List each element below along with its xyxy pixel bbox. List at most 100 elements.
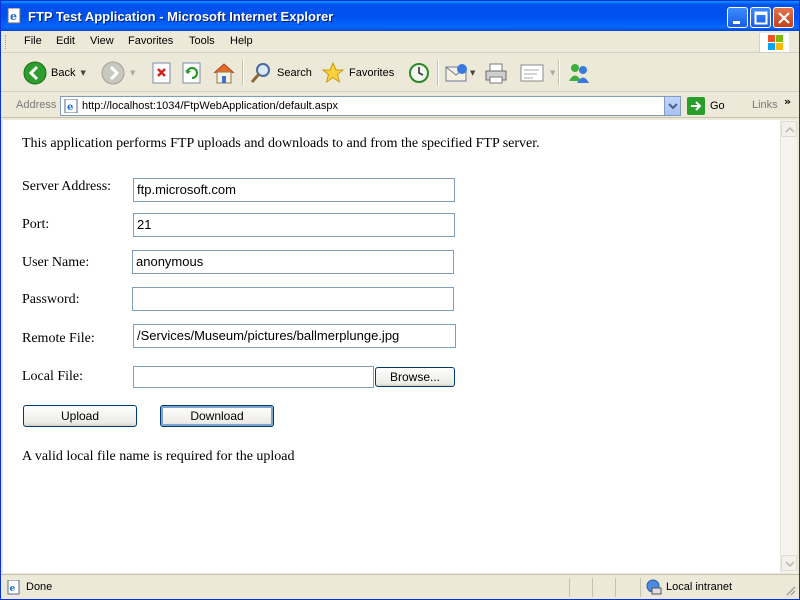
- address-label: Address: [16, 99, 57, 111]
- server-address-input[interactable]: ftp.microsoft.com: [133, 178, 455, 202]
- port-input[interactable]: 21: [133, 213, 455, 237]
- chevron-down-icon: [668, 103, 678, 110]
- window-title: FTP Test Application - Microsoft Interne…: [28, 9, 334, 24]
- menu-tools[interactable]: Tools: [189, 35, 215, 47]
- browse-button[interactable]: Browse...: [375, 367, 455, 387]
- links-button[interactable]: Links: [752, 99, 778, 111]
- mail-button[interactable]: ▼: [444, 59, 475, 87]
- forward-button[interactable]: ▼: [101, 59, 135, 87]
- toolbar-separator: [558, 60, 560, 86]
- edit-button[interactable]: ▼: [519, 59, 555, 87]
- browser-window: e FTP Test Application - Microsoft Inter…: [0, 0, 800, 600]
- back-dropdown-icon[interactable]: ▼: [80, 69, 85, 77]
- maximize-icon: [754, 11, 768, 25]
- home-icon: [213, 63, 235, 84]
- menu-view[interactable]: View: [90, 35, 114, 47]
- search-label: Search: [277, 67, 312, 79]
- maximize-button[interactable]: [750, 7, 771, 28]
- menu-help[interactable]: Help: [230, 35, 253, 47]
- password-input[interactable]: [132, 287, 454, 311]
- intro-text: This application performs FTP uploads an…: [22, 136, 540, 151]
- user-name-label: User Name:: [22, 255, 90, 270]
- refresh-button[interactable]: [181, 59, 203, 87]
- edit-icon: [520, 64, 544, 82]
- messenger-icon: [569, 64, 589, 83]
- remote-file-input[interactable]: /Services/Museum/pictures/ballmerplunge.…: [133, 324, 456, 348]
- scroll-up-button[interactable]: [781, 121, 797, 137]
- chevron-up-icon: [785, 126, 795, 133]
- page-content: This application performs FTP uploads an…: [3, 120, 780, 573]
- status-pane-divider: [569, 578, 570, 597]
- go-arrow-icon: [687, 97, 705, 115]
- menu-favorites[interactable]: Favorites: [128, 35, 173, 47]
- server-address-label: Server Address:: [22, 179, 112, 194]
- mail-dropdown-icon[interactable]: ▼: [470, 69, 475, 77]
- stop-button[interactable]: [151, 59, 173, 87]
- toolbar-separator: [242, 60, 244, 86]
- page-done-icon: e: [7, 580, 20, 595]
- windows-logo: [759, 33, 789, 52]
- intranet-zone-icon: [646, 579, 662, 595]
- toolbar: Back ▼ ▼ Search Favorites ▼ ▼: [1, 54, 799, 92]
- status-pane-divider: [640, 578, 641, 597]
- home-button[interactable]: [211, 59, 237, 87]
- local-file-label: Local File:: [22, 369, 84, 384]
- svg-text:e: e: [67, 102, 73, 113]
- print-button[interactable]: [484, 59, 508, 87]
- messenger-button[interactable]: [566, 59, 592, 87]
- password-label: Password:: [22, 292, 80, 307]
- history-icon: [409, 63, 429, 83]
- chevron-down-icon: [785, 561, 795, 568]
- stop-icon: [152, 62, 171, 84]
- scroll-down-button[interactable]: [781, 555, 797, 571]
- forward-arrow-icon: [101, 61, 125, 85]
- close-icon: [778, 12, 790, 24]
- close-button[interactable]: [773, 7, 794, 28]
- go-button[interactable]: Go: [687, 96, 725, 116]
- menu-bar: File Edit View Favorites Tools Help: [1, 31, 799, 53]
- ie-page-icon: e: [7, 8, 21, 24]
- vertical-scrollbar[interactable]: [780, 120, 797, 573]
- resize-grip-icon[interactable]: [784, 584, 796, 596]
- mail-icon: [445, 64, 467, 82]
- address-url: http://localhost:1034/FtpWebApplication/…: [82, 100, 339, 112]
- svg-text:e: e: [10, 10, 17, 23]
- validation-message: A valid local file name is required for …: [22, 449, 295, 464]
- remote-file-label: Remote File:: [22, 331, 95, 346]
- favorites-star-icon: [321, 61, 345, 84]
- upload-button[interactable]: Upload: [23, 405, 137, 427]
- search-icon: [250, 63, 270, 83]
- back-label: Back: [51, 67, 76, 79]
- status-pane-divider: [592, 578, 593, 597]
- menu-file[interactable]: File: [24, 35, 42, 47]
- svg-text:e: e: [10, 584, 16, 594]
- search-button[interactable]: Search: [249, 59, 312, 87]
- toolbar-separator: [437, 60, 439, 86]
- edit-dropdown-icon[interactable]: ▼: [550, 69, 555, 77]
- print-icon: [485, 63, 507, 84]
- links-chevron-icon[interactable]: »: [784, 95, 791, 108]
- user-name-input[interactable]: anonymous: [132, 250, 454, 274]
- menu-edit[interactable]: Edit: [56, 35, 75, 47]
- page-icon: e: [64, 99, 78, 113]
- address-input[interactable]: e http://localhost:1034/FtpWebApplicatio…: [60, 96, 681, 116]
- forward-dropdown-icon[interactable]: ▼: [130, 69, 135, 77]
- port-label: Port:: [22, 217, 50, 232]
- address-dropdown-button[interactable]: [664, 97, 680, 115]
- menu-grip: [5, 35, 8, 49]
- favorites-label: Favorites: [349, 67, 395, 79]
- security-zone-text: Local intranet: [666, 581, 733, 593]
- refresh-icon: [182, 62, 201, 84]
- status-text: Done: [26, 581, 53, 593]
- favorites-button[interactable]: Favorites: [321, 59, 394, 87]
- title-bar[interactable]: e FTP Test Application - Microsoft Inter…: [1, 1, 799, 31]
- back-arrow-icon: [23, 61, 47, 85]
- history-button[interactable]: [406, 59, 430, 87]
- local-file-input[interactable]: [133, 366, 374, 388]
- status-pane-divider: [615, 578, 616, 597]
- minimize-button[interactable]: [727, 7, 748, 28]
- address-bar: Address e http://localhost:1034/FtpWebAp…: [1, 93, 799, 118]
- download-button[interactable]: Download: [160, 405, 274, 427]
- minimize-icon: [733, 21, 740, 24]
- back-button[interactable]: Back ▼: [23, 59, 86, 87]
